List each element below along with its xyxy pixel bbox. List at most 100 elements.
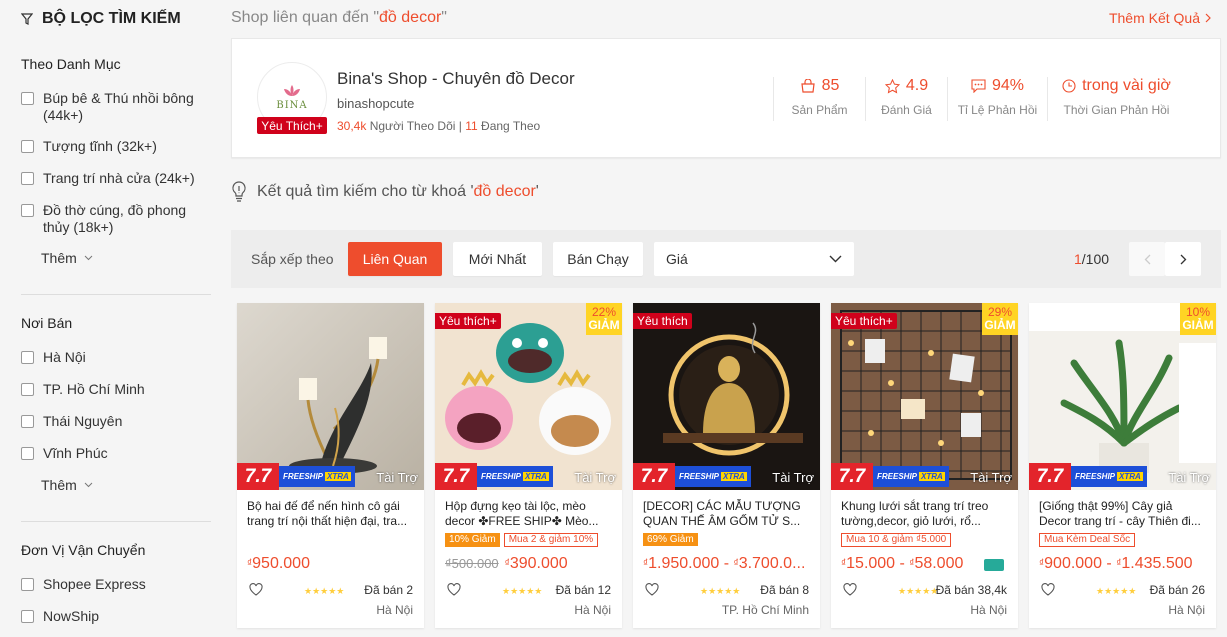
location-option[interactable]: TP. Hồ Chí Minh [21,381,206,398]
freeship-xtra-badge: FREESHIP XTRA [1071,466,1147,487]
stat-response-time: trong vài giờ Thời Gian Phản Hồi [1047,77,1185,121]
product-price: ₫500.000 ₫390.000 [445,555,568,572]
chevron-down-icon [84,482,93,488]
shop-username: binashopcute [337,96,415,111]
checkbox[interactable] [21,447,34,460]
shop-name[interactable]: Bina's Shop - Chuyên đồ Decor [337,69,575,89]
freeship-xtra-badge: FREESHIP XTRA [477,466,553,487]
category-option[interactable]: Tượng tĩnh (32k+) [21,138,206,155]
heart-icon[interactable] [447,583,461,596]
shipping-option[interactable]: Shopee Express [21,576,206,593]
checkbox[interactable] [21,383,34,396]
sort-newest-button[interactable]: Mới Nhất [453,242,542,276]
category-option[interactable]: Búp bê & Thú nhồi bông (44k+) [21,90,206,124]
product-image[interactable]: Yêu thích+ 22% GIẢM 7.7 FREESHIP XTRA Tài … [435,303,622,490]
product-price: ₫15.000 - ₫58.000 [841,555,964,572]
heart-icon[interactable] [249,583,263,596]
chevron-left-icon [1144,254,1150,264]
chevron-down-icon [84,255,93,261]
freeship-xtra-badge: FREESHIP XTRA [873,466,949,487]
heart-icon[interactable] [843,583,857,596]
prev-page-button[interactable] [1129,242,1165,276]
free-shipping-truck-icon [984,559,1004,571]
bundle-deal-tag: Mua 10 & giảm ₫5.000 [841,533,952,547]
product-location: Hà Nội [376,603,413,617]
lotus-icon [284,84,300,96]
product-location: Hà Nội [970,603,1007,617]
sponsored-label: Tài Trợ [772,470,814,485]
product-price: ₫1.950.000 - ₫3.700.0... [643,555,806,572]
promo-badges: 69% Giảm [643,533,698,546]
checkbox[interactable] [21,351,34,364]
checkbox[interactable] [21,415,34,428]
sold-count: Đã bán 38,4k [935,583,1007,597]
product-location: TP. Hồ Chí Minh [721,603,809,617]
category-option[interactable]: Trang trí nhà cửa (24k+) [21,170,206,187]
product-name[interactable]: Hộp đựng kẹo tài lộc, mèo decor ✤FREE SH… [445,499,613,529]
location-option[interactable]: Vĩnh Phúc [21,445,206,462]
filter-header: BỘ LỌC TÌM KIẾM [21,10,181,28]
product-image[interactable]: 10% GIẢM 7.7 FREESHIP XTRA Tài Trợ [1029,303,1216,490]
next-page-button[interactable] [1165,242,1201,276]
checkbox[interactable] [21,140,34,153]
product-price: ₫950.000 [247,555,310,572]
chevron-right-icon [1205,13,1211,23]
heart-icon[interactable] [1041,583,1055,596]
product-card[interactable]: Yêu thích+ 29% GIẢM 7.7 FREESHIP XTRA Tài … [831,303,1018,628]
buddha-statue-image [633,303,820,490]
checkbox[interactable] [21,578,34,591]
product-card[interactable]: 7.7 FREESHIP XTRA Tài Trợ Bộ hai đế để nế… [237,303,424,628]
rating-stars: ★★★★★ [700,586,741,596]
product-name[interactable]: [DECOR] CÁC MẪU TƯỢNG QUAN THẾ ÂM GỐM TỬ… [643,499,811,529]
checkbox[interactable] [21,92,34,105]
product-image[interactable]: Yêu thích 7.7 FREESHIP XTRA Tài Trợ [633,303,820,490]
discount-badge: 10% GIẢM [1180,303,1216,335]
page-indicator: 1/100 [1074,251,1110,267]
shipping-option[interactable]: NowShip [21,608,206,625]
checkbox[interactable] [21,172,34,185]
product-card[interactable]: Yêu thích 7.7 FREESHIP XTRA Tài Trợ [DECO… [633,303,820,628]
product-image[interactable]: Yêu thích+ 29% GIẢM 7.7 FREESHIP XTRA Tài … [831,303,1018,490]
product-name[interactable]: Khung lưới sắt trang trí treo tường,deco… [841,499,1009,529]
freeship-xtra-badge: FREESHIP XTRA [675,466,751,487]
product-card[interactable]: 10% GIẢM 7.7 FREESHIP XTRA Tài Trợ [Giống … [1029,303,1216,628]
filter-icon [21,13,33,25]
location-option[interactable]: Thái Nguyên [21,413,206,430]
checkbox[interactable] [21,610,34,623]
checkbox[interactable] [21,204,34,217]
chevron-down-icon [829,255,842,263]
sort-relevance-button[interactable]: Liên Quan [348,242,442,276]
product-card[interactable]: Yêu thích+ 22% GIẢM 7.7 FREESHIP XTRA Tài … [435,303,622,628]
product-price: ₫900.000 - ₫1.435.500 [1039,555,1193,572]
sort-label: Sắp xếp theo [251,251,334,267]
sold-count: Đã bán 26 [1149,583,1205,597]
divider [21,521,211,522]
location-more-button[interactable]: Thêm [41,477,93,493]
preferred-badge: Yêu Thích+ [257,117,327,134]
more-results-link[interactable]: Thêm Kết Quả [1109,10,1211,26]
star-outline-icon [884,78,900,93]
sold-count: Đã bán 2 [364,583,413,597]
sort-best-selling-button[interactable]: Bán Chạy [553,242,643,276]
divider [21,294,211,295]
deal-tag: Mua Kèm Deal Sốc [1039,533,1136,547]
preferred-tag: Yêu thích [633,313,692,329]
rating-stars: ★★★★★ [898,586,939,596]
category-option[interactable]: Đồ thờ cúng, đồ phong thủy (18k+) [21,202,206,236]
preferred-tag: Yêu thích+ [831,313,897,329]
location-option[interactable]: Hà Nội [21,349,206,366]
category-more-button[interactable]: Thêm [41,250,93,266]
product-name[interactable]: Bộ hai đế để nến hình cô gái trang trí n… [247,499,415,529]
shop-bag-icon [800,79,815,93]
clock-icon [1062,79,1076,93]
sort-price-select[interactable]: Giá [654,242,854,276]
location-title: Nơi Bán [21,315,73,331]
heart-icon[interactable] [645,583,659,596]
sold-count: Đã bán 8 [760,583,809,597]
stat-products: 85 Sản Phẩm [773,77,865,121]
shop-card[interactable]: BINA Yêu Thích+ Bina's Shop - Chuyên đồ … [231,38,1221,158]
product-image[interactable]: 7.7 FREESHIP XTRA Tài Trợ [237,303,424,490]
category-title: Theo Danh Mục [21,56,121,72]
sponsored-label: Tài Trợ [970,470,1012,485]
product-name[interactable]: [Giống thật 99%] Cây giả Decor trang trí… [1039,499,1207,529]
